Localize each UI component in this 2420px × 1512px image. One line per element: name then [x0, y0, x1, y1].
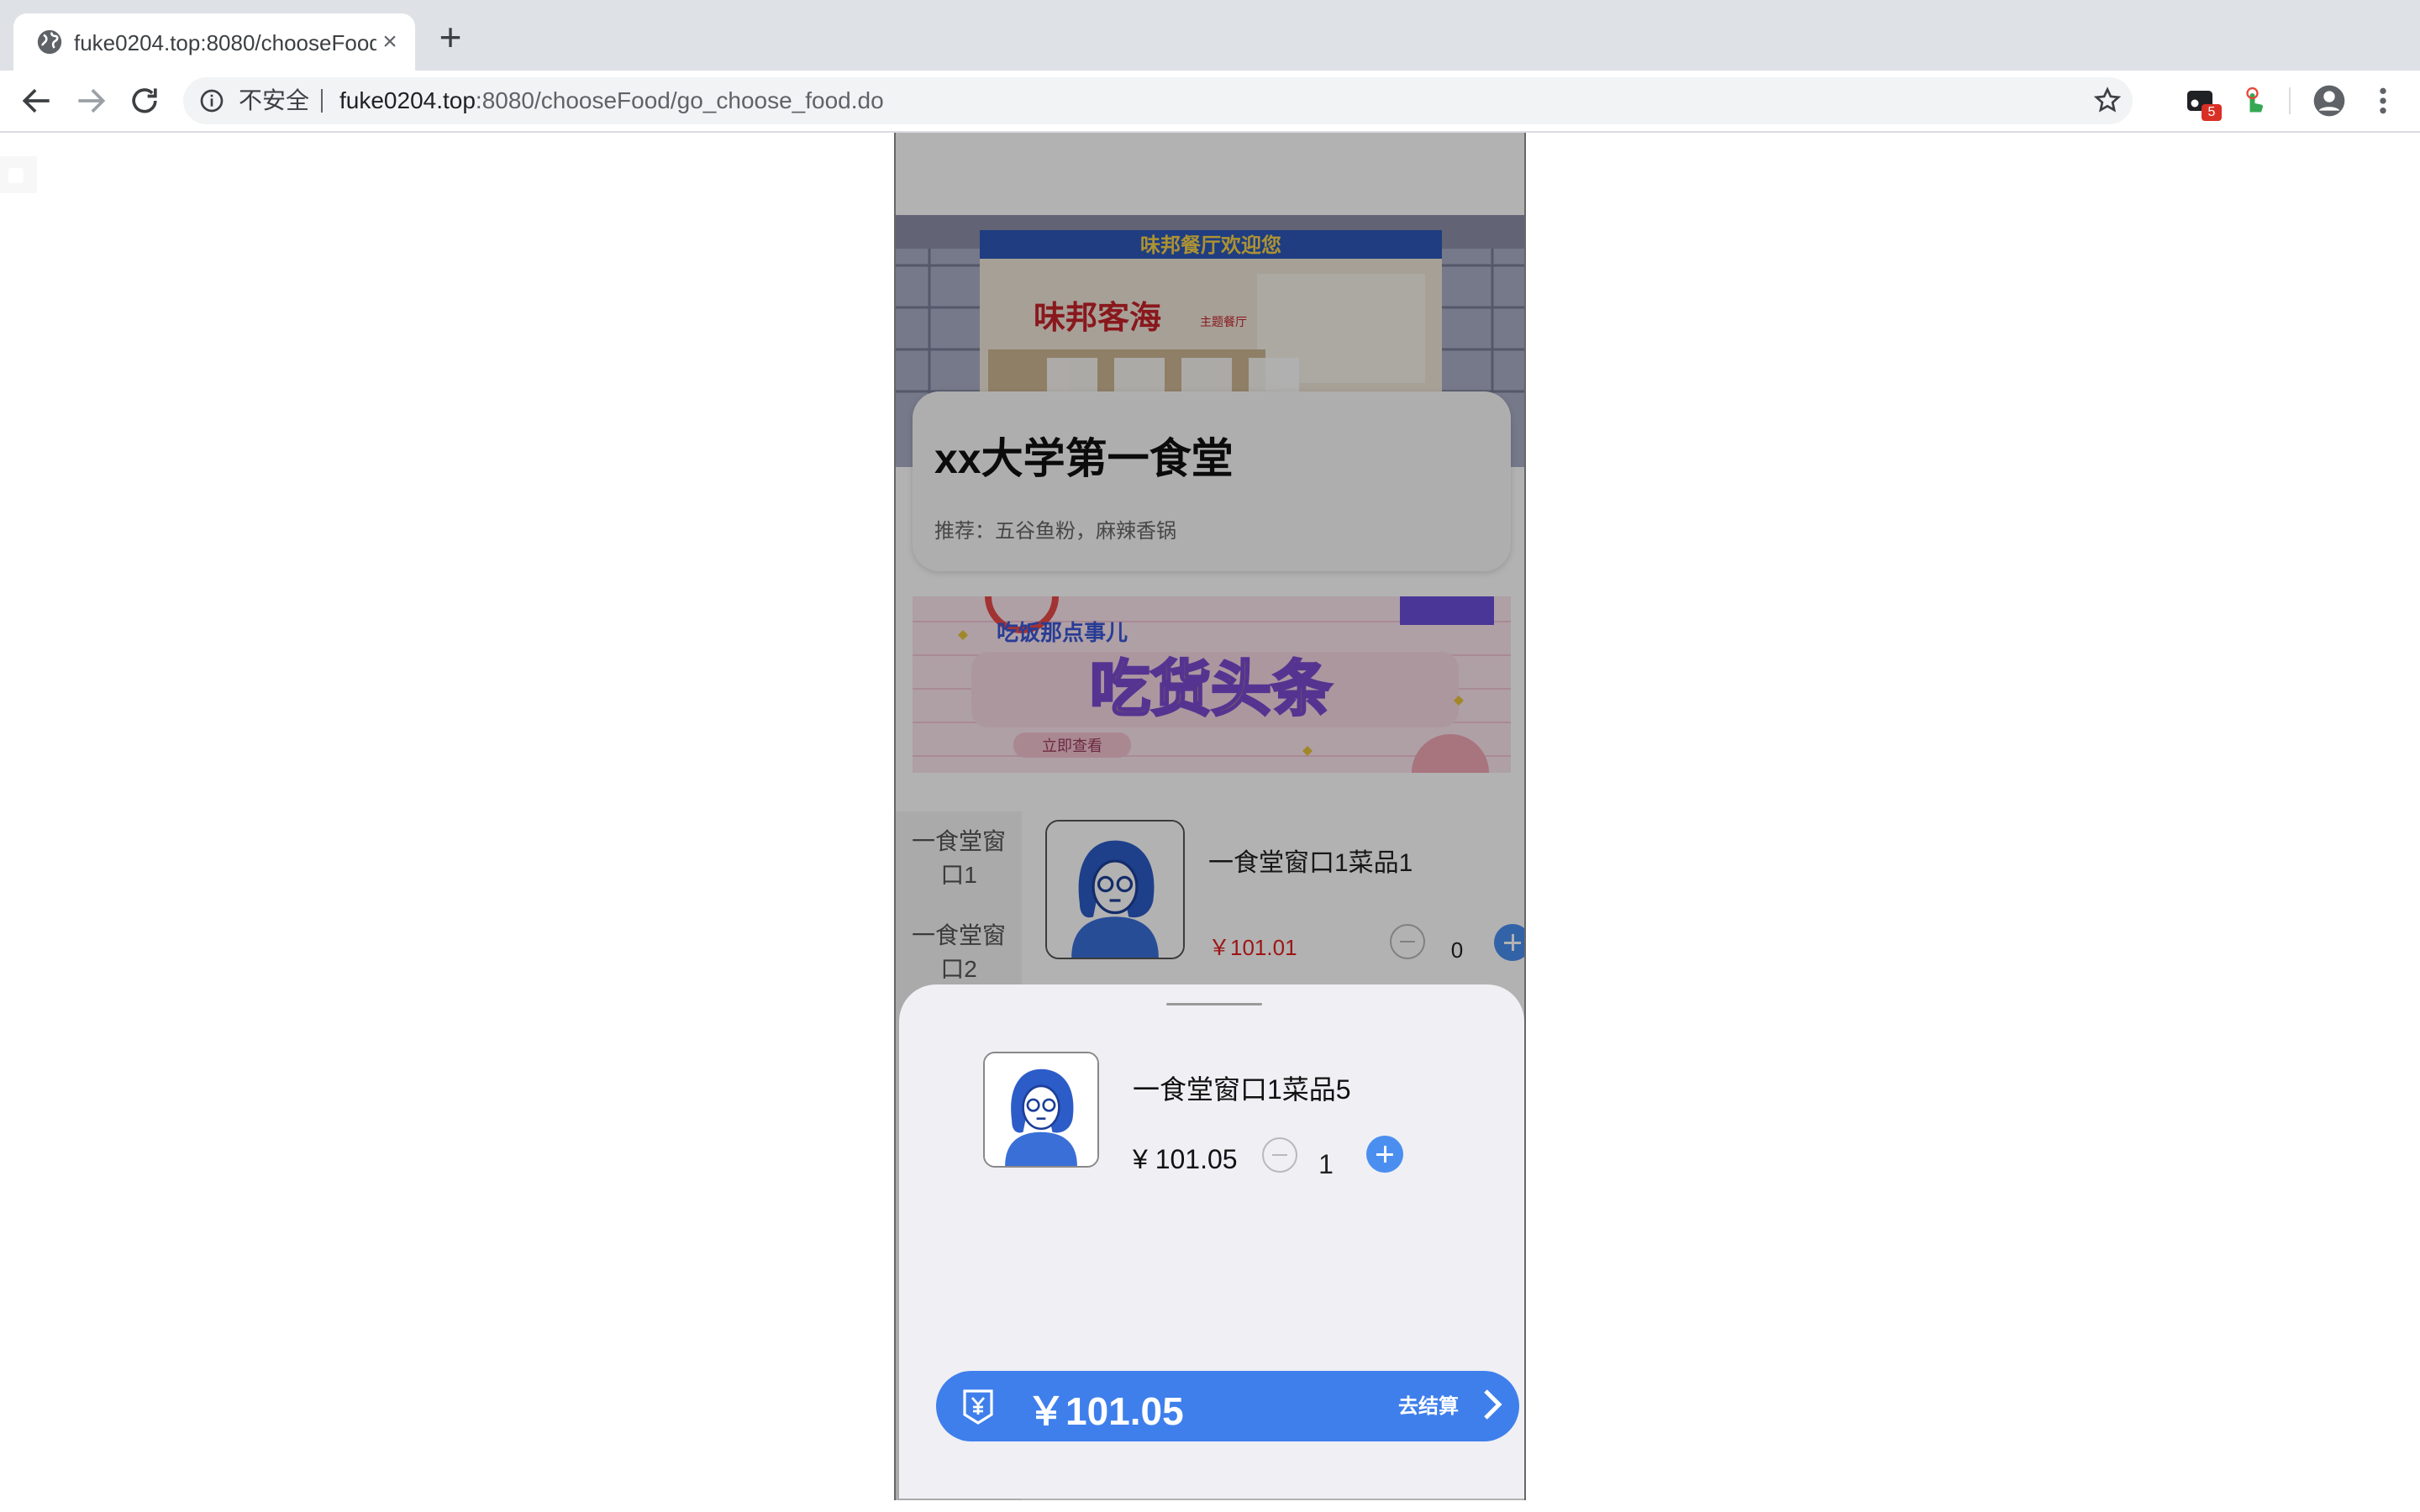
sheet-drag-handle[interactable] [1166, 1003, 1262, 1005]
cart-decrease-button[interactable] [1262, 1137, 1297, 1173]
cart-increase-button[interactable] [1366, 1136, 1403, 1173]
extension-badge: 5 [2202, 104, 2222, 121]
cart-item-image [983, 1052, 1099, 1168]
cart-total: ￥101.05 [1027, 1389, 1184, 1433]
close-tab-icon[interactable]: × [378, 29, 402, 55]
security-status[interactable]: 不安全 [239, 86, 309, 116]
bookmark-star-icon[interactable] [2092, 86, 2123, 116]
checkout-button[interactable]: 去结算 [1398, 1389, 1459, 1419]
tab-title: fuke0204.top:8080/chooseFood/go_choose_f… [74, 30, 376, 55]
cart-item-price: ¥ 101.05 [1133, 1144, 1238, 1174]
checkout-bar[interactable]: ￥101.05 去结算 [936, 1371, 1519, 1441]
url-path: :8080/chooseFood/go_choose_food.do [475, 87, 884, 113]
reload-icon[interactable] [126, 82, 163, 119]
chevron-right-icon[interactable] [1482, 1388, 1502, 1421]
cart-item-quantity: 1 [1318, 1149, 1334, 1179]
mobile-viewport: 味邦餐厅欢迎您 味邦客海 主题餐厅 xx大学第一食堂 推荐：五谷鱼粉，麻辣香锅 … [894, 133, 1526, 1500]
browser-tab[interactable]: fuke0204.top:8080/chooseFood/go_choose_f… [13, 13, 415, 71]
url-host: fuke0204.top [339, 87, 476, 113]
touch-extension-icon[interactable] [2238, 86, 2269, 116]
toolbar-divider [2289, 87, 2291, 114]
profile-avatar-icon[interactable] [2312, 84, 2346, 118]
forward-arrow-icon[interactable] [72, 82, 109, 119]
info-icon[interactable] [198, 87, 225, 114]
cart-item-name: 一食堂窗口1菜品5 [1133, 1074, 1351, 1105]
browser-tab-strip: fuke0204.top:8080/chooseFood/go_choose_f… [0, 0, 2420, 71]
person-illustration-icon [985, 1053, 1097, 1166]
yen-wallet-icon [963, 1389, 993, 1425]
new-tab-icon[interactable]: + [434, 18, 467, 56]
browser-toolbar: 不安全 fuke0204.top:8080/chooseFood/go_choo… [0, 71, 2420, 133]
browser-menu-icon[interactable] [2375, 84, 2391, 118]
back-arrow-icon[interactable] [18, 82, 55, 119]
address-bar[interactable]: 不安全 fuke0204.top:8080/chooseFood/go_choo… [183, 77, 2133, 124]
page-corner-widget[interactable] [0, 156, 37, 193]
cart-bottom-sheet: 一食堂窗口1菜品5 ¥ 101.05 1 ￥101.05 去结算 [899, 984, 1524, 1499]
url-text[interactable]: fuke0204.top:8080/chooseFood/go_choose_f… [339, 86, 884, 116]
globe-icon [37, 29, 62, 55]
omnibox-divider [321, 89, 323, 113]
